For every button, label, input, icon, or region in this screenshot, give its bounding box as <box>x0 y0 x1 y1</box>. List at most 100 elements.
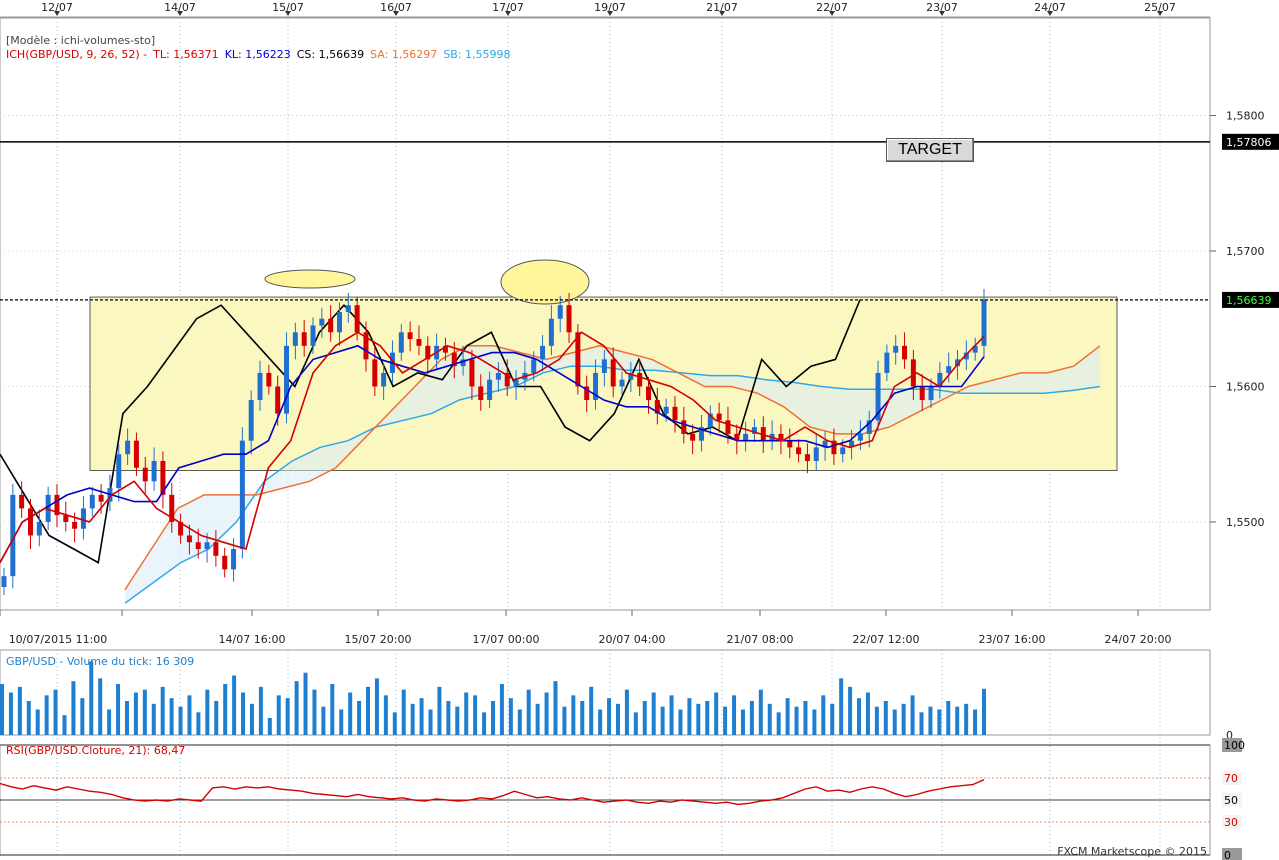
candle-body <box>80 508 86 529</box>
volume-bar <box>812 709 817 735</box>
candle-body <box>213 542 219 556</box>
time-axis-label: 24/07 20:00 <box>1105 633 1172 646</box>
candle-body <box>275 386 281 414</box>
volume-bar <box>705 701 710 735</box>
candle-body <box>195 542 201 550</box>
candle-body <box>186 535 192 543</box>
candle-body <box>910 359 916 387</box>
candle-body <box>142 467 148 482</box>
volume-bar <box>455 706 460 735</box>
volume-bar <box>910 695 915 735</box>
volume-bar <box>678 709 683 735</box>
volume-bar <box>383 695 388 735</box>
candle-body <box>884 352 890 373</box>
candle-body <box>328 318 334 333</box>
volume-bar <box>53 689 58 735</box>
volume-bar <box>62 715 67 735</box>
copyright: FXCM Marketscope © 2015 <box>1057 845 1207 858</box>
volume-bar <box>339 709 344 735</box>
volume-bar <box>71 681 76 735</box>
candle-body <box>804 454 810 461</box>
ichimoku-legend-prefix: ICH(GBP/USD, 9, 26, 52) - <box>6 48 148 61</box>
volume-bar <box>651 692 656 735</box>
volume-bar <box>35 709 40 735</box>
volume-bar <box>187 695 192 735</box>
volume-bar <box>499 684 504 735</box>
volume-bar <box>892 709 897 735</box>
volume-bar <box>410 703 415 735</box>
volume-bar <box>276 695 281 735</box>
candle-body <box>239 440 245 550</box>
candle-body <box>336 311 342 333</box>
volume-bar <box>321 706 326 735</box>
candle-body <box>19 494 25 509</box>
candle-body <box>646 386 652 401</box>
volume-bar <box>401 689 406 735</box>
volume-bar <box>124 701 129 735</box>
rsi-axis-label: 100 <box>1224 739 1245 752</box>
volume-bar <box>857 698 862 735</box>
candle-body <box>663 406 669 414</box>
volume-bar <box>142 689 147 735</box>
volume-bar <box>839 678 844 735</box>
candle-body <box>902 345 908 360</box>
candle-body <box>116 454 122 489</box>
candle-body <box>840 447 846 455</box>
volume-bar <box>223 684 228 735</box>
volume-bar <box>80 698 85 735</box>
volume-bar <box>357 701 362 735</box>
candle-body <box>619 379 625 387</box>
volume-bar <box>973 709 978 735</box>
price-axis-label: 1,5700 <box>1226 245 1265 258</box>
volume-bar <box>964 703 969 735</box>
candle-body <box>1 576 7 587</box>
volume-bar <box>982 688 986 735</box>
time-axis-label: 22/07 12:00 <box>853 633 920 646</box>
candle-body <box>743 433 749 441</box>
volume-bar <box>267 718 272 735</box>
volume-bar <box>785 698 790 735</box>
candle-body <box>36 521 42 536</box>
volume-legend: GBP/USD - Volume du tick: 16 309 <box>6 655 195 668</box>
volume-bar <box>624 689 629 735</box>
volume-bar <box>178 706 183 735</box>
top-highlight-ellipse <box>264 269 356 289</box>
volume-bar <box>446 701 451 735</box>
price-axis-label: 1,5500 <box>1226 516 1265 529</box>
chart-canvas[interactable]: 12/07 14/07 15/07 16/07 17/07 19/07 21/07 22/07… <box>0 0 1279 860</box>
volume-bar <box>464 692 469 735</box>
legend-kijun: KL: 1,56223 <box>224 48 291 61</box>
volume-bar <box>937 709 942 735</box>
volume-bar <box>44 695 49 735</box>
candle-body <box>204 542 210 550</box>
candle-body <box>610 359 616 387</box>
rsi-axis-label: 30 <box>1224 816 1238 829</box>
volume-bar <box>874 706 879 735</box>
candle-body <box>257 372 263 401</box>
volume-bar <box>374 678 379 735</box>
legend-senkou-b: SB: 1,55998 <box>443 48 511 61</box>
legend-chikou: CS: 1,56639 <box>296 48 365 61</box>
candle-body <box>319 318 325 326</box>
candle-body <box>292 332 298 346</box>
volume-bar <box>0 684 4 735</box>
volume-bar <box>491 701 495 735</box>
time-axis-label: 15/07 20:00 <box>345 633 412 646</box>
volume-bar <box>749 701 754 735</box>
volume-bar <box>482 712 487 735</box>
candle-body <box>919 386 925 401</box>
rsi-legend: RSI(GBP/USD.Cloture, 21): 68,47 <box>6 744 186 757</box>
volume-bar <box>732 695 737 735</box>
candle-body <box>893 345 899 353</box>
candle-body <box>495 372 501 380</box>
volume-bar <box>214 701 219 735</box>
ichimoku-legend: ICH(GBP/USD, 9, 26, 52) - TL: 1,56371 KL: … <box>6 48 517 62</box>
volume-bar <box>133 692 138 735</box>
candle-body <box>796 447 802 455</box>
candle-body <box>478 386 484 401</box>
candle-body <box>813 447 819 461</box>
volume-bar <box>294 681 299 735</box>
target-label[interactable]: TARGET <box>886 138 974 162</box>
time-axis-label: 21/07 08:00 <box>727 633 794 646</box>
volume-bar <box>669 695 674 735</box>
